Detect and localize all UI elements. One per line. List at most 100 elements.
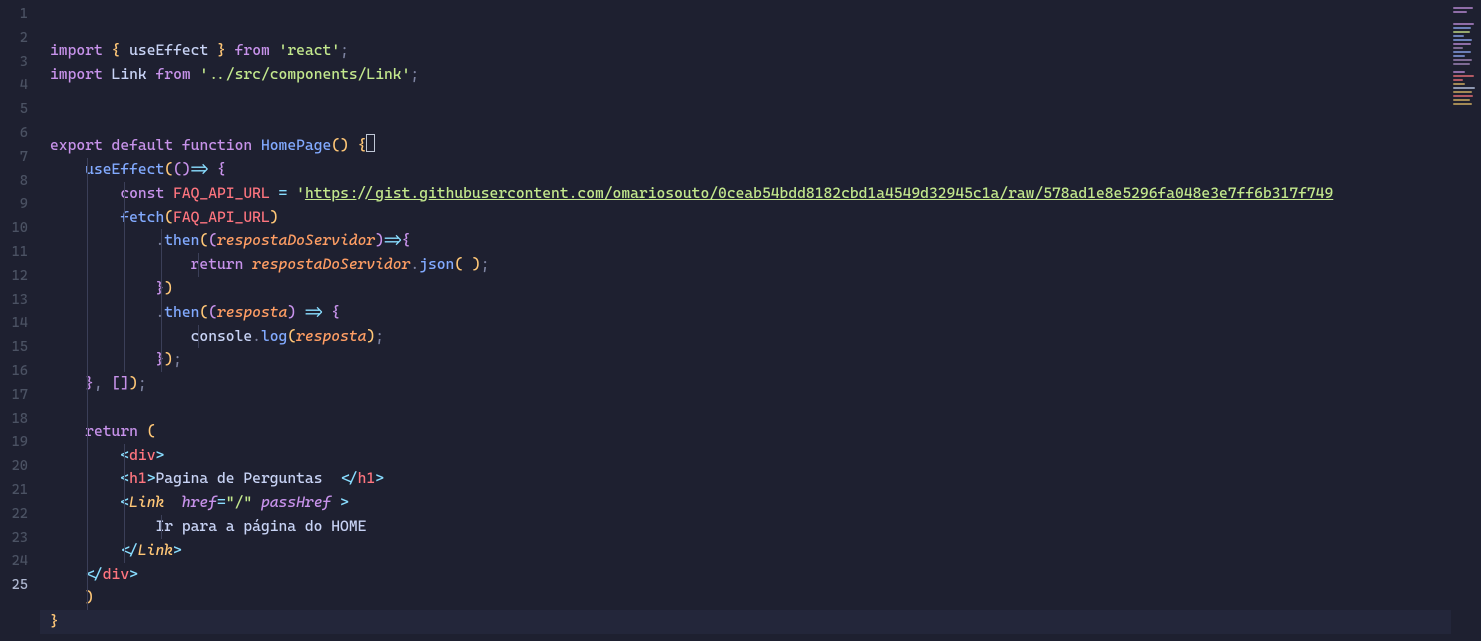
code-line[interactable]: return (	[40, 420, 1451, 444]
code-line[interactable]: import { useEffect } from 'react';	[40, 39, 1451, 63]
line-number[interactable]: 13	[0, 289, 40, 313]
minimap-line	[1453, 23, 1474, 25]
line-number[interactable]: 23	[0, 527, 40, 551]
code-line[interactable]: });	[40, 348, 1451, 372]
code-line[interactable]: })	[40, 277, 1451, 301]
line-number[interactable]: 12	[0, 265, 40, 289]
indent-guide	[161, 325, 162, 349]
line-number[interactable]: 7	[0, 146, 40, 170]
code-line[interactable]: <h1>Pagina de Perguntas </h1>	[40, 467, 1451, 491]
code-line[interactable]: .then((respostaDoServidor)=>{	[40, 229, 1451, 253]
code-line[interactable]: .then((resposta) => {	[40, 301, 1451, 325]
indent-guide	[198, 325, 199, 349]
code-line[interactable]: useEffect(()=> {	[40, 158, 1451, 182]
indent-guide	[124, 539, 125, 563]
indent-guide	[161, 301, 162, 325]
code-line[interactable]: <div>	[40, 444, 1451, 468]
indent-guide	[87, 301, 88, 325]
line-number[interactable]: 21	[0, 479, 40, 503]
code-line[interactable]: export default function HomePage() {	[40, 134, 1451, 158]
indent-guide	[87, 396, 88, 420]
indent-guide	[124, 444, 125, 468]
minimap[interactable]	[1451, 0, 1481, 641]
line-number[interactable]: 3	[0, 51, 40, 75]
minimap-line	[1453, 91, 1472, 93]
code-area[interactable]: import { useEffect } from 'react';import…	[40, 0, 1451, 641]
minimap-line	[1453, 39, 1472, 41]
indent-guide	[87, 539, 88, 563]
code-line[interactable]: return respostaDoServidor.json( );	[40, 253, 1451, 277]
code-line[interactable]	[40, 87, 1451, 111]
indent-guide	[161, 515, 162, 539]
indent-guide	[87, 182, 88, 206]
line-number[interactable]: 5	[0, 98, 40, 122]
minimap-line	[1453, 11, 1467, 13]
indent-guide	[87, 420, 88, 444]
minimap-line	[1453, 55, 1465, 57]
code-line[interactable]: }, []);	[40, 372, 1451, 396]
code-line[interactable]: console.log(resposta);	[40, 325, 1451, 349]
indent-guide	[124, 515, 125, 539]
indent-guide	[87, 586, 88, 610]
line-number[interactable]: 17	[0, 384, 40, 408]
line-number[interactable]: 8	[0, 170, 40, 194]
line-number[interactable]: 4	[0, 74, 40, 98]
line-number[interactable]: 20	[0, 455, 40, 479]
indent-guide	[161, 277, 162, 301]
indent-guide	[161, 253, 162, 277]
line-number[interactable]: 19	[0, 431, 40, 455]
code-line[interactable]: fetch(FAQ_API_URL)	[40, 206, 1451, 230]
indent-guide	[87, 444, 88, 468]
code-line[interactable]	[40, 396, 1451, 420]
minimap-line	[1453, 67, 1475, 69]
minimap-line	[1453, 63, 1470, 65]
line-number[interactable]: 16	[0, 360, 40, 384]
minimap-line	[1453, 75, 1474, 77]
line-number[interactable]: 24	[0, 550, 40, 574]
line-number[interactable]: 6	[0, 122, 40, 146]
minimap-line	[1453, 79, 1463, 81]
code-line[interactable]: </Link>	[40, 539, 1451, 563]
minimap-line	[1453, 87, 1475, 89]
indent-guide	[87, 229, 88, 253]
indent-guide	[124, 277, 125, 301]
indent-guide	[124, 491, 125, 515]
indent-guide	[124, 253, 125, 277]
indent-guide	[87, 206, 88, 230]
indent-guide	[87, 491, 88, 515]
code-line[interactable]: Ir para a página do HOME	[40, 515, 1451, 539]
line-number[interactable]: 9	[0, 193, 40, 217]
line-number[interactable]: 11	[0, 241, 40, 265]
indent-guide	[124, 348, 125, 372]
indent-guide	[161, 229, 162, 253]
indent-guide	[161, 348, 162, 372]
line-number[interactable]: 18	[0, 408, 40, 432]
line-number[interactable]: 14	[0, 312, 40, 336]
indent-guide	[87, 372, 88, 396]
minimap-line	[1453, 83, 1465, 85]
minimap-line	[1453, 31, 1470, 33]
indent-guide	[124, 182, 125, 206]
code-line[interactable]: import Link from '../src/components/Link…	[40, 63, 1451, 87]
line-number[interactable]: 25	[0, 574, 40, 598]
code-line[interactable]: <Link href="/" passHref >	[40, 491, 1451, 515]
code-line[interactable]: const FAQ_API_URL = 'https://gist.github…	[40, 182, 1451, 206]
indent-guide	[124, 325, 125, 349]
line-number[interactable]: 15	[0, 336, 40, 360]
minimap-line	[1453, 27, 1471, 29]
indent-guide	[124, 301, 125, 325]
minimap-line	[1453, 71, 1465, 73]
line-number[interactable]: 2	[0, 27, 40, 51]
line-number[interactable]: 1	[0, 3, 40, 27]
code-line[interactable]: </div>	[40, 563, 1451, 587]
indent-guide	[87, 348, 88, 372]
code-line[interactable]: )	[40, 586, 1451, 610]
indent-guide	[124, 229, 125, 253]
indent-guide	[198, 253, 199, 277]
code-line[interactable]	[40, 110, 1451, 134]
line-number[interactable]: 10	[0, 217, 40, 241]
line-number-gutter[interactable]: 1234567891011121314151617181920212223242…	[0, 0, 40, 641]
minimap-line	[1453, 103, 1472, 105]
horizontal-scrollbar[interactable]	[80, 631, 1421, 641]
line-number[interactable]: 22	[0, 503, 40, 527]
